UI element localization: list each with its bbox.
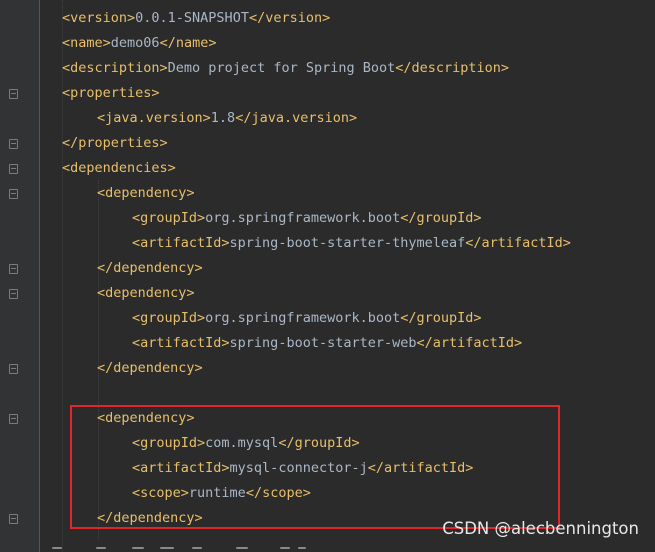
code-line: <artifactId>spring-boot-starter-thymelea…	[132, 235, 571, 251]
code-line: <groupId>org.springframework.boot</group…	[132, 310, 482, 326]
code-line: </dependency>	[97, 260, 203, 276]
code-line: <java.version>1.8</java.version>	[97, 110, 358, 126]
code-line: <dependency>	[97, 185, 195, 201]
code-line: <name>demo06</name>	[62, 35, 217, 51]
code-line: <dependencies>	[62, 160, 176, 176]
code-line: <groupId>org.springframework.boot</group…	[132, 210, 482, 226]
code-line: <version>0.0.1-SNAPSHOT</version>	[62, 10, 331, 26]
code-line: <description>Demo project for Spring Boo…	[62, 60, 510, 76]
code-line: </dependency>	[97, 360, 203, 376]
code-line: <dependency>	[97, 285, 195, 301]
watermark: CSDN @alecbennington	[442, 519, 639, 538]
code-line: <artifactId>spring-boot-starter-web</art…	[132, 335, 523, 351]
highlight-box	[70, 405, 560, 529]
partial-code-line	[0, 544, 655, 552]
code-line: <properties>	[62, 85, 160, 101]
code-line: </properties>	[62, 135, 168, 151]
